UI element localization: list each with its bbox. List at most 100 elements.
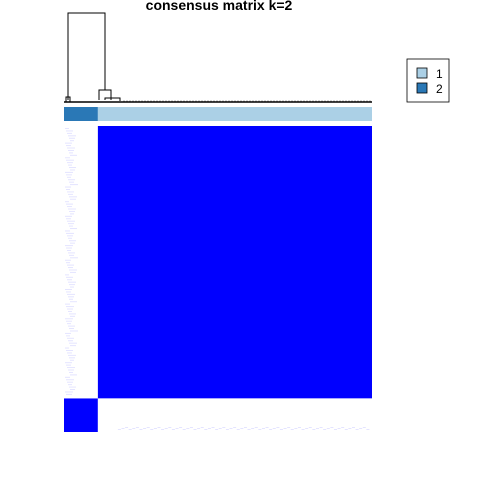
noise-speck <box>66 262 70 264</box>
noise-speck <box>69 313 76 315</box>
noise-speck <box>66 291 71 293</box>
noise-speck <box>240 428 244 429</box>
noise-speck <box>305 428 309 429</box>
annotation-segment-1 <box>97 107 372 121</box>
noise-speck <box>153 428 157 429</box>
noise-speck <box>70 184 78 186</box>
noise-speck <box>65 347 69 349</box>
noise-speck <box>70 359 74 361</box>
noise-speck <box>70 389 75 391</box>
dendrogram-root-link <box>67 12 106 100</box>
noise-speck <box>67 264 74 266</box>
noise-speck <box>66 276 73 278</box>
noise-speck <box>70 154 77 156</box>
noise-speck <box>139 429 143 430</box>
noise-speck <box>66 174 72 176</box>
noise-speck <box>66 130 73 132</box>
noise-speck <box>68 179 75 181</box>
noise-speck <box>68 384 72 386</box>
noise-speck <box>348 428 352 429</box>
noise-speck <box>269 429 273 430</box>
noise-speck <box>65 303 70 305</box>
noise-speck <box>68 354 76 356</box>
noise-speck <box>330 427 334 428</box>
noise-speck <box>67 249 71 251</box>
noise-speck <box>337 428 341 429</box>
noise-speck <box>70 301 77 303</box>
noise-speck <box>66 188 70 190</box>
legend-label-1: 1 <box>436 67 443 81</box>
noise-speck <box>68 281 76 283</box>
noise-speck <box>66 306 74 308</box>
noise-speck <box>70 213 74 215</box>
noise-speck <box>67 381 73 383</box>
noise-speck <box>68 237 72 239</box>
noise-speck <box>179 427 183 428</box>
noise-speck <box>70 228 77 230</box>
noise-speck <box>69 167 76 169</box>
noise-speck <box>204 429 208 430</box>
noise-speck <box>326 428 330 429</box>
annotation-segment-2 <box>64 107 98 121</box>
noise-speck <box>69 342 77 344</box>
noise-speck <box>69 284 75 286</box>
noise-speck <box>67 323 71 325</box>
noise-speck <box>66 159 74 161</box>
noise-speck <box>254 427 258 428</box>
consensus-heatmap-chart: consensus matrix k=2 1 2 <box>64 0 450 432</box>
noise-speck <box>319 427 323 428</box>
dendrogram <box>64 12 372 103</box>
noise-speck <box>157 427 161 428</box>
noise-speck <box>70 140 74 142</box>
noise-speck <box>67 279 72 281</box>
noise-speck <box>66 218 71 220</box>
noise-speck <box>70 198 76 200</box>
noise-speck <box>67 176 71 178</box>
noise-speck <box>68 267 73 269</box>
noise-speck <box>150 429 154 430</box>
noise-speck <box>243 427 247 428</box>
noise-speck <box>70 330 78 332</box>
noise-speck <box>236 429 240 430</box>
noise-speck <box>65 289 72 291</box>
noise-speck <box>67 235 73 237</box>
noise-speck <box>66 145 71 147</box>
noise-speck <box>161 429 165 430</box>
noise-speck <box>308 427 312 428</box>
noise-speck <box>200 427 204 428</box>
chart-title: consensus matrix k=2 <box>146 0 293 13</box>
class-annotation-bar <box>64 107 372 121</box>
noise-speck <box>68 296 74 298</box>
noise-speck <box>70 169 75 171</box>
noise-speck <box>171 429 175 430</box>
noise-speck <box>65 332 71 334</box>
noise-speck <box>69 357 75 359</box>
noise-speck <box>66 379 74 381</box>
noise-speck <box>65 318 73 320</box>
noise-speck <box>65 157 70 159</box>
noise-speck <box>225 429 229 430</box>
noise-speck <box>65 391 73 393</box>
noise-speck <box>69 371 73 373</box>
noise-speck <box>67 147 75 149</box>
noise-speck <box>290 429 294 430</box>
noise-speck <box>68 325 75 327</box>
noise-speck <box>65 245 73 247</box>
noise-speck <box>279 429 283 430</box>
noise-speck <box>66 232 74 234</box>
noise-speck <box>341 427 345 428</box>
noise-speck <box>68 164 72 166</box>
noise-speck <box>261 428 265 429</box>
heatmap-cell-2-1 <box>97 398 372 432</box>
noise-speck <box>294 428 298 429</box>
noise-speck <box>68 193 73 195</box>
noise-speck <box>121 428 125 429</box>
class-legend: 1 2 <box>406 58 450 103</box>
noise-speck <box>66 320 72 322</box>
noise-speck <box>65 142 72 144</box>
noise-speck <box>66 247 72 249</box>
noise-speck <box>175 428 179 429</box>
noise-speck <box>297 427 301 428</box>
noise-speck <box>70 242 75 244</box>
noise-speck <box>66 335 70 337</box>
